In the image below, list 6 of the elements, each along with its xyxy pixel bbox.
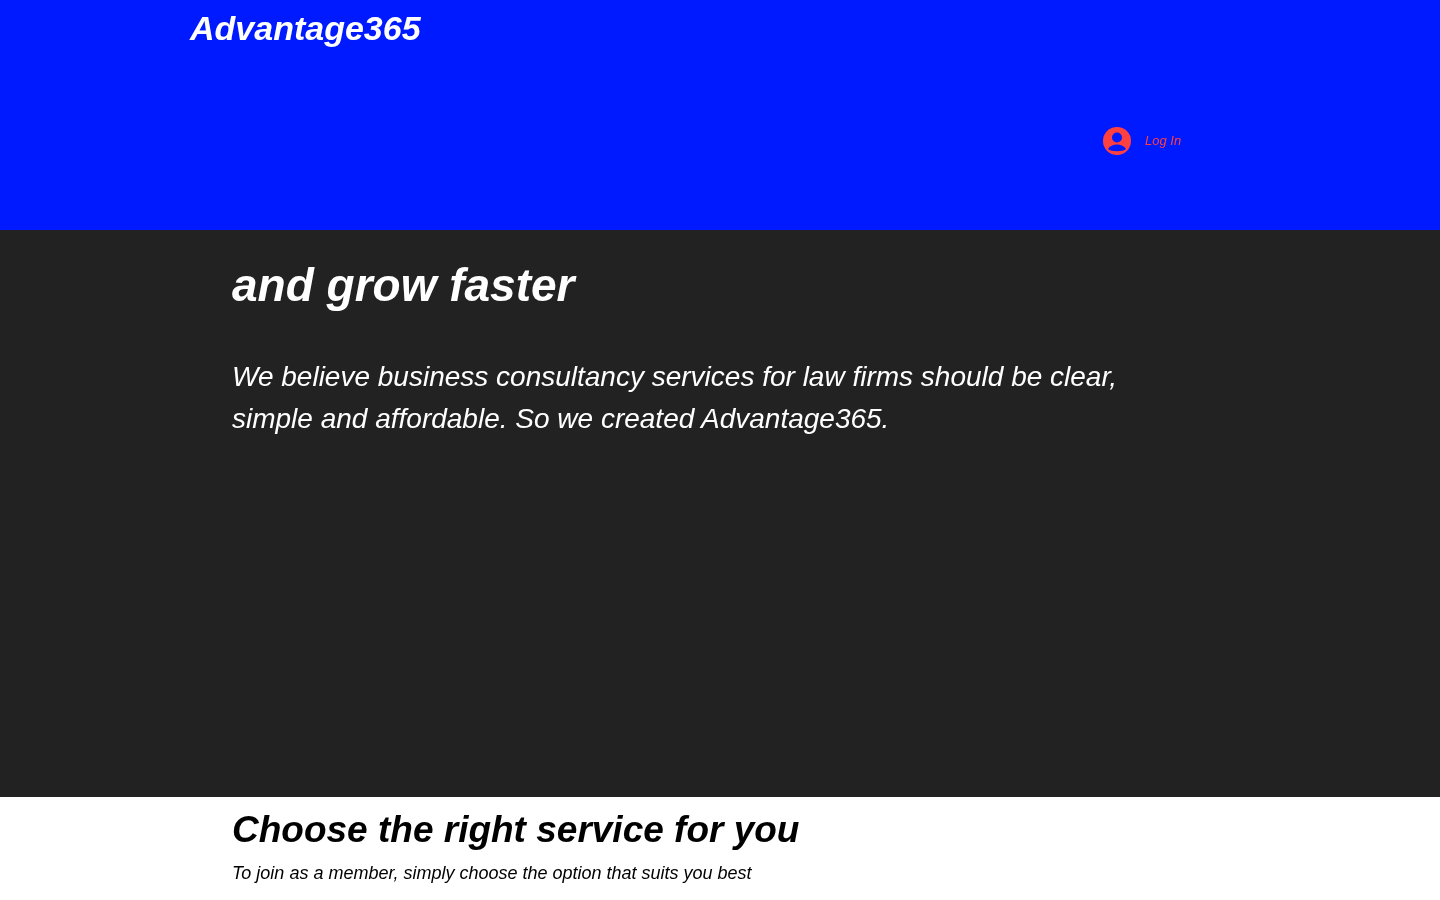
user-avatar-icon <box>1103 127 1131 155</box>
site-logo[interactable]: Advantage365 <box>190 9 421 47</box>
services-title: Choose the right service for you <box>232 808 801 852</box>
hero-intro: We believe business consultancy services for law firms should be clear, simple and affordable. So we created Advantage365. <box>232 360 1118 436</box>
services-subtitle: To join as a member, simply choose the option that suits you best <box>232 862 753 885</box>
hero-headline: and grow faster <box>232 258 578 313</box>
